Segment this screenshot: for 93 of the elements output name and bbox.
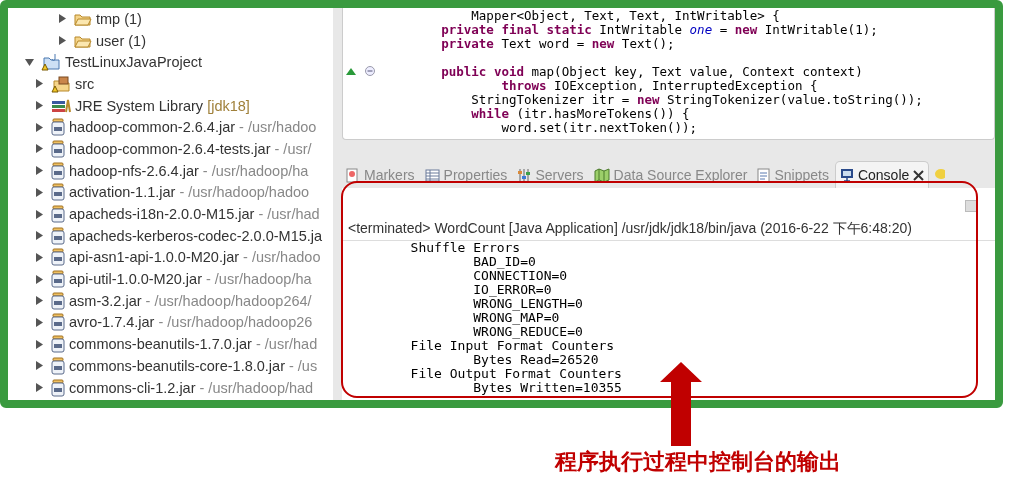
- jar-icon: [51, 226, 65, 245]
- folder-icon: [74, 11, 92, 26]
- console-line: IO_ERROR=0: [472, 283, 553, 297]
- jar-icon: [51, 139, 65, 158]
- expand-triangle-icon[interactable]: [35, 101, 44, 111]
- tree-item-path: - /usr/had: [255, 336, 318, 353]
- tree-item-path: - /usr/hadoo: [239, 119, 317, 136]
- tree-item-path: - /usr/hadoop/ha: [206, 271, 312, 288]
- monitor-icon: [839, 168, 854, 182]
- expand-triangle-icon[interactable]: [58, 14, 67, 24]
- tree-item[interactable]: JRE System Library: [75, 97, 204, 114]
- jar-icon: [51, 118, 65, 137]
- console-line: Bytes Written=10355: [473, 381, 623, 395]
- expand-triangle-icon[interactable]: [58, 36, 67, 46]
- tree-item[interactable]: TestLinuxJavaProject: [65, 54, 202, 71]
- jar-icon: [51, 313, 65, 332]
- expand-triangle-icon[interactable]: [35, 296, 44, 306]
- console-line: WRONG_MAP=0: [472, 311, 560, 325]
- project-folder-icon: [41, 53, 61, 72]
- stop-icon[interactable]: [965, 200, 977, 212]
- tree-item-path: [jdk18]: [207, 97, 250, 114]
- folder-icon: [74, 33, 92, 48]
- package-folder-icon: [51, 74, 71, 93]
- sliders-icon: [517, 168, 532, 182]
- expand-triangle-icon[interactable]: [35, 209, 44, 219]
- tree-item-path: - /usr/hadoop/hadoop264/: [145, 292, 312, 309]
- tree-item[interactable]: apacheds-kerberos-codec-2.0.0-M15.ja: [69, 227, 323, 244]
- tree-item[interactable]: api-util-1.0.0-M20.jar: [69, 271, 202, 288]
- tree-item[interactable]: hadoop-nfs-2.6.4.jar: [69, 162, 199, 179]
- tree-item[interactable]: avro-1.7.4.jar: [69, 314, 155, 331]
- expand-triangle-icon[interactable]: [35, 122, 44, 132]
- tree-item-path: - /usr/hadoop/hadoo: [179, 184, 310, 201]
- jar-icon: [51, 356, 65, 375]
- expand-triangle-icon[interactable]: [35, 231, 44, 241]
- tree-item[interactable]: hadoop-common-2.6.4-tests.jar: [69, 140, 271, 157]
- jar-icon: [51, 270, 65, 289]
- jar-icon: [51, 183, 65, 202]
- jar-icon: [51, 378, 65, 397]
- tree-item-path: - /usr/: [274, 140, 312, 157]
- code-line: public void map(Object key, Text value, Context context): [440, 63, 863, 79]
- console-line: WRONG_LENGTH=0: [472, 297, 584, 311]
- table-icon: [424, 168, 440, 182]
- map-icon: [593, 167, 610, 183]
- annotation-caption: 程序执行过程中控制台的输出: [555, 448, 841, 476]
- jar-icon: [51, 291, 65, 310]
- view-tab[interactable]: Console: [834, 161, 930, 188]
- expand-triangle-icon[interactable]: [35, 317, 44, 327]
- jar-icon: [51, 248, 65, 267]
- tree-item[interactable]: activation-1.1.jar: [69, 184, 176, 201]
- expand-triangle-icon[interactable]: [35, 79, 44, 89]
- expand-triangle-icon[interactable]: [35, 361, 44, 371]
- tree-item[interactable]: asm-3.2.jar: [69, 292, 142, 309]
- console-line: File Output Format Counters: [409, 367, 623, 381]
- jar-icon: [51, 335, 65, 354]
- tree-item[interactable]: tmp (1): [96, 10, 142, 27]
- jar-icon: [51, 205, 65, 224]
- tree-item[interactable]: apacheds-i18n-2.0.0-M15.jar: [69, 206, 255, 223]
- tree-item-path: - /usr/hadoop/had: [199, 379, 314, 396]
- tree-item[interactable]: commons-beanutils-core-1.8.0.jar: [69, 357, 285, 374]
- tree-item-path: - /usr/had: [258, 206, 320, 223]
- collapse-triangle-icon[interactable]: [25, 57, 34, 67]
- tree-item[interactable]: src: [75, 75, 95, 92]
- tree-item[interactable]: user (1): [96, 32, 146, 49]
- expand-triangle-icon[interactable]: [35, 274, 44, 284]
- console-line: Shuffle Errors: [409, 241, 522, 255]
- close-icon[interactable]: [913, 169, 925, 181]
- console-line: BAD_ID=0: [472, 255, 537, 269]
- code-line: private Text word = new Text();: [440, 35, 675, 51]
- marker-list-icon: [346, 167, 360, 183]
- library-books-icon: [51, 97, 71, 114]
- console-line: WRONG_REDUCE=0: [472, 325, 584, 339]
- tree-item[interactable]: commons-beanutils-1.7.0.jar: [69, 336, 252, 353]
- tree-item-path: - /us: [289, 357, 318, 374]
- expand-triangle-icon[interactable]: [35, 339, 44, 349]
- snippet-list-icon: [757, 167, 771, 183]
- tree-item[interactable]: hadoop-common-2.6.4.jar: [69, 119, 236, 136]
- expand-triangle-icon[interactable]: [35, 166, 44, 176]
- code-line: Mapper<Object, Text, Text, IntWritable> {: [471, 8, 780, 23]
- expand-triangle-icon[interactable]: [35, 144, 44, 154]
- console-line: File Input Format Counters: [409, 339, 616, 353]
- console-line: CONNECTION=0: [472, 269, 569, 283]
- tree-item[interactable]: api-asn1-api-1.0.0-M20.jar: [69, 249, 240, 266]
- jar-icon: [51, 161, 65, 180]
- expand-triangle-icon[interactable]: [35, 252, 44, 262]
- expand-triangle-icon[interactable]: [35, 383, 44, 393]
- console-line: Bytes Read=26520: [473, 353, 600, 367]
- console-header: <terminated> WordCount [Java Application] /usr/jdk/jdk18/bin/java (2016-6-22 下午6:48:20): [342, 214, 995, 241]
- tree-item-path: - /usr/hadoo: [243, 249, 321, 266]
- expand-triangle-icon[interactable]: [35, 187, 44, 197]
- code-line: word.set(itr.nextToken());: [500, 119, 698, 135]
- tree-item-path: - /usr/hadoop/ha: [202, 162, 309, 179]
- tree-item-path: - /usr/hadoop/hadoop26: [158, 314, 313, 331]
- tree-item[interactable]: commons-cli-1.2.jar: [69, 379, 196, 396]
